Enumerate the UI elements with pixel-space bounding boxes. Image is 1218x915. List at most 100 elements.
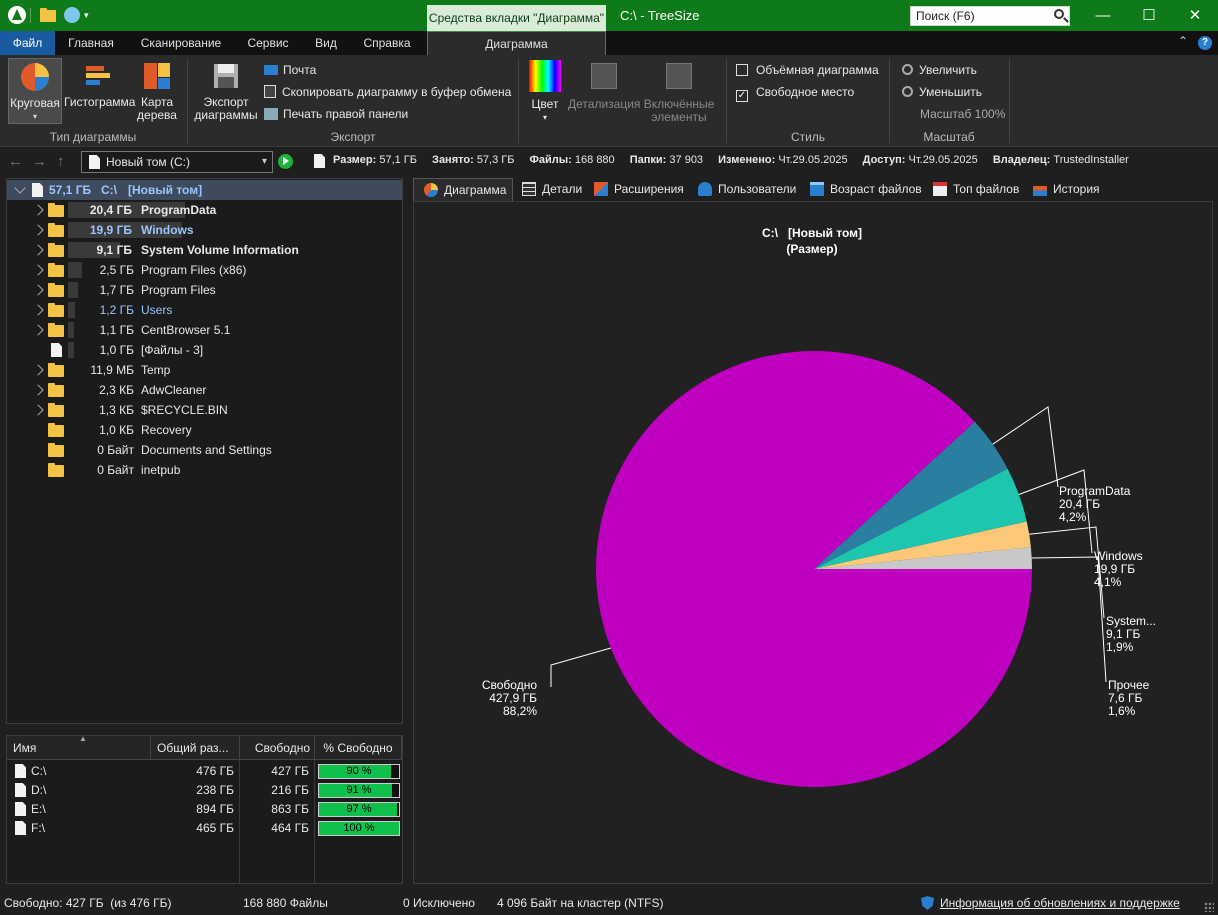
pie-slice[interactable] — [596, 351, 1032, 787]
tab-file[interactable]: Файл — [0, 31, 55, 55]
treemap-button[interactable]: Карта дерева — [134, 58, 180, 124]
tree-row[interactable]: 20,4 ГБProgramData — [7, 200, 402, 220]
tab-extensions[interactable]: Расширения — [594, 178, 684, 201]
tree-row[interactable]: 19,9 ГБWindows — [7, 220, 402, 240]
column-header-total[interactable]: Общий раз... — [151, 736, 240, 760]
tree-item-name: Program Files (x86) — [141, 260, 246, 280]
zoom-out-label: Уменьшить — [919, 85, 982, 99]
title-bar: ▾ Средства вкладки "Диаграмма" C:\ - Tre… — [0, 0, 1218, 31]
tab-diagram[interactable]: Диаграмма — [427, 31, 606, 55]
color-button[interactable]: Цвет ▾ — [526, 58, 564, 124]
context-tab-label: Средства вкладки "Диаграмма" — [427, 5, 606, 31]
copy-to-clipboard-button[interactable]: Скопировать диаграмму в буфер обмена — [264, 85, 511, 99]
column-header-free[interactable]: Свободно — [240, 736, 315, 760]
up-arrow-icon[interactable]: ↑ — [57, 153, 65, 170]
tree-item-size: 2,3 КБ — [54, 380, 134, 400]
tree-item-name: $RECYCLE.BIN — [141, 400, 228, 420]
tree-row[interactable]: 1,0 ГБ[Файлы - 3] — [7, 340, 402, 360]
chevron-right-icon[interactable] — [32, 324, 43, 335]
help-icon[interactable]: ? — [1198, 36, 1212, 50]
minimize-button[interactable]: — — [1080, 0, 1126, 31]
drive-row[interactable]: C:\476 ГБ427 ГБ90 % — [7, 762, 402, 781]
tab-users[interactable]: Пользователи — [698, 178, 796, 201]
drive-row[interactable]: E:\894 ГБ863 ГБ97 % — [7, 800, 402, 819]
mail-button[interactable]: Почта — [264, 63, 316, 77]
tree-row[interactable]: 1,3 КБ$RECYCLE.BIN — [7, 400, 402, 420]
tree-row[interactable]: 1,0 КБRecovery — [7, 420, 402, 440]
histogram-button[interactable]: Гистограмма — [64, 58, 132, 124]
chevron-right-icon[interactable] — [32, 304, 43, 315]
chevron-right-icon[interactable] — [32, 204, 43, 215]
drives-table: Имя ▲ Общий раз... Свободно % Свободно C… — [6, 735, 403, 884]
tab-file-age[interactable]: Возраст файлов — [810, 178, 922, 201]
forward-arrow-icon[interactable]: → — [32, 153, 47, 170]
back-arrow-icon[interactable]: ← — [8, 153, 23, 170]
print-right-panel-button[interactable]: Печать правой панели — [264, 107, 408, 121]
slice-label-percent: 1,9% — [1106, 640, 1134, 654]
qat-dropdown-icon[interactable]: ▾ — [84, 7, 94, 23]
tree-row[interactable]: 11,9 МБTemp — [7, 360, 402, 380]
shield-icon — [921, 896, 934, 910]
users-icon — [698, 182, 712, 196]
tab-top-files[interactable]: Топ файлов — [933, 178, 1019, 201]
chevron-right-icon[interactable] — [32, 284, 43, 295]
detail-button[interactable]: Детализация — [568, 58, 640, 124]
chart-title: C:\ [Новый том] — [762, 226, 862, 240]
update-info-link[interactable]: Информация об обновлениях и поддержке — [940, 896, 1180, 910]
search-input[interactable]: Поиск (F6) — [910, 6, 1070, 26]
export-chart-button[interactable]: Экспорт диаграммы — [193, 58, 259, 124]
tree-row[interactable]: 9,1 ГБSystem Volume Information — [7, 240, 402, 260]
tab-view[interactable]: Вид — [304, 31, 348, 55]
chevron-right-icon[interactable] — [32, 244, 43, 255]
app-icon[interactable] — [8, 6, 26, 24]
volume-chart-checkbox[interactable]: Объёмная диаграмма — [736, 63, 879, 77]
tab-help[interactable]: Справка — [352, 31, 422, 55]
tab-chart[interactable]: Диаграмма — [413, 178, 513, 201]
play-scan-icon[interactable] — [278, 154, 293, 169]
tab-history[interactable]: История — [1033, 178, 1100, 201]
path-dropdown[interactable]: Новый том (C:) ▾ — [81, 151, 273, 173]
zoom-in-button[interactable]: Увеличить — [902, 63, 977, 77]
tree-row[interactable]: 2,5 ГБProgram Files (x86) — [7, 260, 402, 280]
chevron-right-icon[interactable] — [32, 404, 43, 415]
drive-row[interactable]: D:\238 ГБ216 ГБ91 % — [7, 781, 402, 800]
tab-home[interactable]: Главная — [58, 31, 124, 55]
color-palette-icon — [529, 60, 561, 92]
tab-top-files-label: Топ файлов — [953, 182, 1019, 196]
open-folder-icon[interactable] — [40, 7, 56, 23]
column-header-pct-free[interactable]: % Свободно — [315, 736, 402, 760]
root-path: C:\ — [101, 180, 117, 200]
tree-row[interactable]: 1,2 ГБUsers — [7, 300, 402, 320]
tree-row[interactable]: 1,1 ГБCentBrowser 5.1 — [7, 320, 402, 340]
tree-row[interactable]: 0 Байтinetpub — [7, 460, 402, 480]
tree-row[interactable]: 2,3 КБAdwCleaner — [7, 380, 402, 400]
tree-row[interactable]: 0 БайтDocuments and Settings — [7, 440, 402, 460]
chevron-right-icon[interactable] — [32, 224, 43, 235]
access-label: Доступ: — [863, 154, 906, 166]
scan-icon[interactable] — [64, 7, 80, 23]
maximize-button[interactable]: ☐ — [1126, 0, 1172, 31]
tab-service[interactable]: Сервис — [238, 31, 298, 55]
tab-details[interactable]: Детали — [522, 178, 582, 201]
leader-line — [551, 648, 611, 687]
drive-name: F:\ — [31, 819, 141, 838]
drive-row[interactable]: F:\465 ГБ464 ГБ100 % — [7, 819, 402, 838]
tab-scan[interactable]: Сканирование — [130, 31, 232, 55]
tree-row[interactable]: 1,7 ГБProgram Files — [7, 280, 402, 300]
resize-grip-icon[interactable] — [1204, 902, 1214, 912]
chevron-right-icon[interactable] — [32, 364, 43, 375]
free-space-checkbox[interactable]: ✓Свободное место — [736, 85, 854, 102]
table-icon — [522, 182, 536, 196]
pie-chart-button[interactable]: Круговая ▾ — [8, 58, 62, 124]
chevron-right-icon[interactable] — [32, 384, 43, 395]
included-items-button[interactable]: Включённые элементы — [642, 58, 716, 124]
chevron-down-icon[interactable] — [14, 182, 25, 193]
close-button[interactable]: ✕ — [1172, 0, 1218, 31]
root-label: [Новый том] — [128, 180, 202, 200]
collapse-ribbon-icon[interactable]: ⌃ — [1178, 34, 1188, 48]
chevron-right-icon[interactable] — [32, 264, 43, 275]
search-icon[interactable] — [1054, 9, 1064, 19]
slice-label-size: 19,9 ГБ — [1094, 562, 1135, 576]
tree-root-row[interactable]: 57,1 ГБ C:\ [Новый том] — [7, 180, 402, 200]
zoom-out-button[interactable]: Уменьшить — [902, 85, 982, 99]
